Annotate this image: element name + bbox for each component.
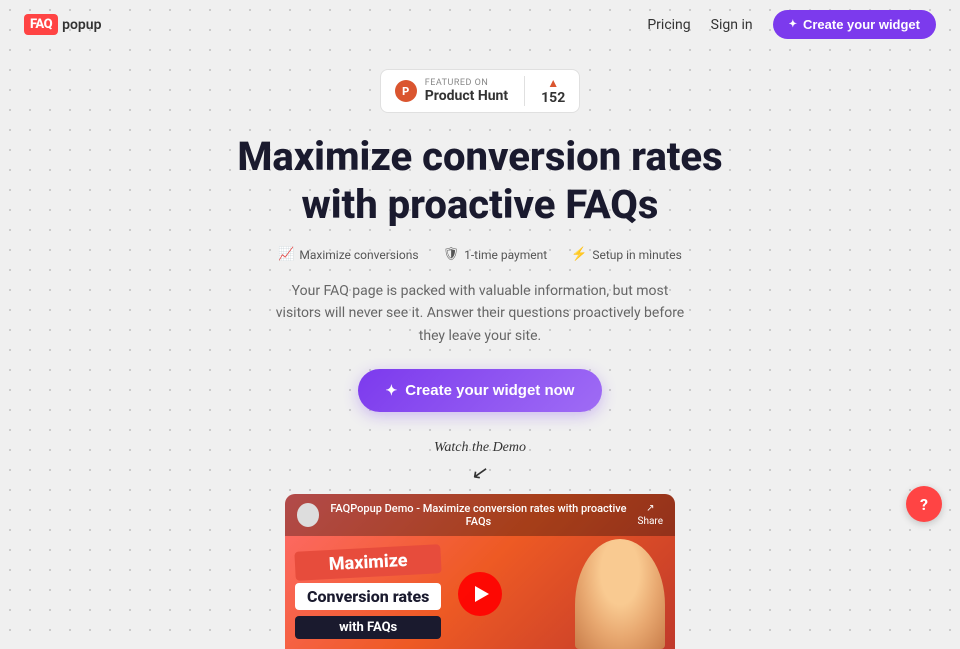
product-hunt-number: 152 bbox=[541, 90, 565, 106]
video-text-overlay: Maximize Conversion rates with FAQs bbox=[295, 548, 441, 639]
help-icon: ? bbox=[920, 495, 928, 514]
hero-headline: Maximize conversion rates with proactive… bbox=[237, 133, 722, 229]
logo-faq: FAQ bbox=[30, 17, 52, 32]
create-widget-nav-button[interactable]: Create your widget bbox=[773, 10, 936, 39]
feature-pills: 📈 Maximize conversions 🛡 1-time payment … bbox=[278, 247, 682, 262]
video-badge-1: Maximize bbox=[294, 544, 442, 581]
hero-section: P FEATURED ON Product Hunt ▲ 152 Maximiz… bbox=[0, 49, 960, 649]
maximize-icon: 📈 bbox=[278, 247, 294, 262]
logo-box: FAQ bbox=[24, 14, 58, 35]
logo[interactable]: FAQ popup bbox=[24, 14, 101, 35]
video-badge-2: Conversion rates bbox=[295, 583, 441, 610]
video-title: FAQPopup Demo - Maximize conversion rate… bbox=[327, 502, 629, 528]
video-play-button[interactable] bbox=[458, 572, 502, 616]
setup-icon: ⚡ bbox=[571, 247, 587, 262]
feature-2-label: 1-time payment bbox=[464, 248, 547, 262]
product-hunt-text: FEATURED ON Product Hunt bbox=[425, 78, 508, 104]
create-widget-cta-button[interactable]: ✦ Create your widget now bbox=[358, 369, 603, 412]
logo-suffix: popup bbox=[62, 17, 101, 33]
video-avatar bbox=[297, 503, 319, 527]
feature-pill-1: 📈 Maximize conversions bbox=[278, 247, 418, 262]
product-hunt-badge[interactable]: P FEATURED ON Product Hunt ▲ 152 bbox=[380, 69, 581, 113]
cta-label: Create your widget now bbox=[405, 382, 574, 399]
product-hunt-featured-label: FEATURED ON bbox=[425, 78, 489, 88]
watch-demo-label: Watch the Demo bbox=[434, 440, 526, 456]
payment-icon: 🛡 bbox=[443, 247, 460, 262]
video-header: FAQPopup Demo - Maximize conversion rate… bbox=[285, 494, 675, 536]
video-share-button[interactable]: ↗ Share bbox=[638, 503, 663, 527]
nav-links: Pricing Sign in Create your widget bbox=[647, 10, 936, 39]
pricing-link[interactable]: Pricing bbox=[647, 17, 690, 33]
feature-pill-3: ⚡ Setup in minutes bbox=[571, 247, 682, 262]
video-person bbox=[575, 539, 665, 649]
video-thumbnail[interactable]: FAQPopup Demo - Maximize conversion rate… bbox=[285, 494, 675, 649]
video-person-shape bbox=[575, 539, 665, 649]
product-hunt-arrow: ▲ bbox=[547, 76, 559, 90]
share-icon: ↗ bbox=[646, 503, 654, 514]
watch-demo-section: Watch the Demo ↙ bbox=[434, 440, 526, 484]
product-hunt-logo: P bbox=[395, 80, 417, 102]
video-content: Maximize Conversion rates with FAQs bbox=[285, 536, 675, 649]
feature-1-label: Maximize conversions bbox=[299, 248, 418, 262]
video-badge-3: with FAQs bbox=[295, 616, 441, 639]
watch-demo-arrow-icon: ↙ bbox=[470, 459, 491, 486]
product-hunt-name: Product Hunt bbox=[425, 88, 508, 104]
headline-line2: with proactive FAQs bbox=[302, 181, 659, 228]
cta-icon: ✦ bbox=[386, 382, 398, 399]
share-label: Share bbox=[638, 516, 663, 527]
signin-link[interactable]: Sign in bbox=[711, 17, 753, 33]
product-hunt-count: ▲ 152 bbox=[541, 76, 565, 106]
feature-pill-2: 🛡 1-time payment bbox=[443, 247, 548, 262]
feature-3-label: Setup in minutes bbox=[592, 248, 681, 262]
help-button[interactable]: ? bbox=[906, 486, 942, 522]
navbar: FAQ popup Pricing Sign in Create your wi… bbox=[0, 0, 960, 49]
hero-subtext: Your FAQ page is packed with valuable in… bbox=[270, 280, 690, 347]
product-hunt-divider bbox=[524, 76, 525, 106]
headline-line1: Maximize conversion rates bbox=[237, 133, 722, 180]
